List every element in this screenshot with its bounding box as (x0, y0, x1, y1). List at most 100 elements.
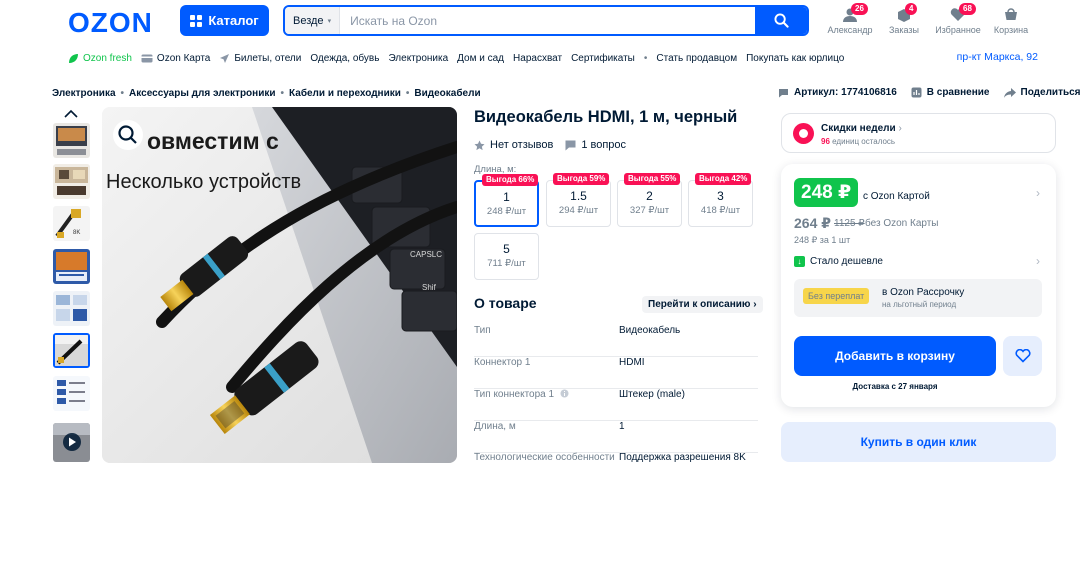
question-icon (565, 140, 576, 150)
key-label: Shif (422, 283, 437, 292)
favorites-badge: 68 (959, 3, 976, 15)
thumbnail[interactable] (53, 249, 90, 284)
plane-icon (220, 53, 230, 63)
ozon-logo[interactable]: OZON (68, 7, 153, 39)
add-to-favorites-button[interactable] (1003, 336, 1042, 376)
without-card-label: без Ozon Карты (865, 218, 939, 229)
weekly-deals-banner[interactable]: Скидки недели › 96 единиц осталось (781, 113, 1056, 153)
cart-icon (1005, 8, 1017, 20)
reviews-link[interactable]: Нет отзывов (474, 139, 553, 151)
chevron-down-icon: ▾ (327, 17, 332, 25)
rating-row: Нет отзывов 1 вопрос (474, 139, 626, 151)
variant-option[interactable]: Выгода 59% 1.5 294 ₽/шт (546, 173, 611, 227)
product-title: Видеокабель HDMI, 1 м, черный (474, 108, 738, 126)
delivery-date: Доставка с 27 января (852, 382, 938, 391)
search-input[interactable] (340, 7, 755, 34)
thumbnail-selected[interactable] (53, 333, 90, 368)
subnav-item-home[interactable]: Дом и сад (457, 53, 504, 64)
questions-link[interactable]: 1 вопрос (565, 139, 626, 151)
chevron-up-icon[interactable] (63, 108, 79, 120)
thumbnail[interactable] (53, 376, 90, 411)
chevron-down-icon[interactable]: › (1036, 254, 1040, 268)
thumbnail[interactable] (53, 123, 90, 158)
breadcrumb-item[interactable]: Аксессуары для электроники (129, 88, 275, 99)
installment-offer[interactable]: Без переплат в Ozon Рассрочку на льготны… (794, 279, 1042, 317)
with-card-label: с Ozon Картой (863, 191, 930, 202)
chevron-right-icon: › (895, 123, 902, 134)
spec-row: Длина, м 1 (474, 421, 758, 453)
header-orders[interactable]: 4 Заказы (874, 3, 934, 35)
catalog-button[interactable]: Каталог (180, 5, 269, 36)
breadcrumb-item[interactable]: Электроника (52, 88, 116, 99)
search-scope-select[interactable]: Везде ▾ (285, 7, 341, 34)
thumbnail[interactable]: 8K (53, 206, 90, 241)
grid-icon (190, 14, 203, 27)
subnav-item-business[interactable]: Покупать как юрлицо (746, 53, 844, 64)
user-badge: 26 (851, 3, 868, 15)
breadcrumb-separator: • (120, 88, 125, 99)
thumbnail[interactable] (53, 164, 90, 199)
subnav-item-certificates[interactable]: Сертификаты (571, 53, 635, 64)
search-button[interactable] (755, 7, 807, 34)
spec-row: Тип Видеокабель (474, 325, 758, 357)
variant-option[interactable]: Выгода 55% 2 327 ₽/шт (617, 173, 682, 227)
subnav-item-seller[interactable]: Стать продавцом (656, 53, 737, 64)
subnav-item-clothes[interactable]: Одежда, обувь (310, 53, 379, 64)
variant-option[interactable]: 5 711 ₽/шт (474, 233, 539, 280)
leaf-icon (69, 53, 78, 63)
subnav: Ozon fresh Ozon Карта Билеты, отели Одеж… (68, 51, 844, 65)
discount-badge: Выгода 42% (695, 173, 752, 185)
breadcrumb-item[interactable]: Кабели и переходники (289, 88, 401, 99)
go-to-description-button[interactable]: Перейти к описанию › (642, 296, 763, 313)
image-overlay-line1: овместим с (147, 128, 279, 154)
product-meta: Артикул: 1774106816 В сравнение Поделить… (778, 87, 1081, 98)
spec-row: Коннектор 1 HDMI (474, 357, 758, 389)
add-to-cart-button[interactable]: Добавить в корзину (794, 336, 996, 376)
chevron-right-icon[interactable]: › (1036, 186, 1040, 200)
price-card: 248 ₽ с Ozon Картой › 264 ₽ 1125 ₽ без O… (781, 164, 1056, 407)
buy-one-click-button[interactable]: Купить в один клик (781, 422, 1056, 462)
thumbnail[interactable] (53, 291, 90, 326)
installment-tag: Без переплат (803, 288, 870, 304)
orders-badge: 4 (905, 3, 918, 15)
spec-row: Технологические особенности Поддержка ра… (474, 452, 746, 463)
breadcrumb-separator: • (405, 88, 410, 99)
product-image[interactable]: CAPSLC Shif овместим с Несколько устройс… (102, 107, 457, 463)
info-icon[interactable] (560, 389, 569, 398)
variant-option[interactable]: Выгода 66% 1 248 ₽/шт (474, 174, 539, 227)
star-icon (474, 140, 485, 150)
subnav-item-electronics[interactable]: Электроника (388, 53, 448, 64)
sku[interactable]: Артикул: 1774106816 (778, 87, 897, 98)
subnav-item-trending[interactable]: Нарасхват (513, 53, 562, 64)
card-icon (141, 54, 153, 62)
variant-option[interactable]: Выгода 42% 3 418 ₽/шт (688, 173, 753, 227)
video-thumbnail[interactable] (53, 423, 90, 462)
subnav-item-fresh[interactable]: Ozon fresh (68, 53, 132, 64)
svg-text:8K: 8K (73, 230, 80, 236)
header-user[interactable]: 26 Александр (820, 3, 880, 35)
chat-icon (779, 88, 788, 97)
catalog-label: Каталог (208, 13, 259, 28)
spec-row: Тип коннектора 1 Штекер (male) (474, 389, 758, 421)
subnav-item-tickets[interactable]: Билеты, отели (219, 53, 301, 64)
share-icon (1003, 87, 1016, 98)
header-cart[interactable]: Корзина (981, 5, 1041, 35)
header-favorites[interactable]: 68 Избранное (928, 3, 988, 35)
search-bar: Везде ▾ (283, 5, 809, 36)
chevron-right-icon: › (753, 299, 757, 310)
subnav-item-card[interactable]: Ozon Карта (141, 53, 210, 64)
price-dropped[interactable]: ↓ Стало дешевле (794, 256, 883, 267)
breadcrumb-separator: • (280, 88, 285, 99)
deal-icon (793, 123, 814, 144)
price-without-card: 264 ₽ (794, 215, 831, 231)
share-button[interactable]: Поделиться (1003, 87, 1081, 98)
dot-separator: • (643, 52, 648, 64)
breadcrumb: Электроника • Аксессуары для электроники… (52, 88, 481, 99)
key-label: CAPSLC (410, 250, 442, 259)
compare-button[interactable]: В сравнение (911, 87, 990, 98)
per-unit-price: 248 ₽ за 1 шт (794, 235, 851, 245)
discount-badge: Выгода 66% (482, 174, 539, 186)
delivery-address[interactable]: пр-кт Маркса, 92 (957, 51, 1038, 63)
breadcrumb-item[interactable]: Видеокабели (414, 88, 480, 99)
about-title: О товаре (474, 295, 537, 311)
